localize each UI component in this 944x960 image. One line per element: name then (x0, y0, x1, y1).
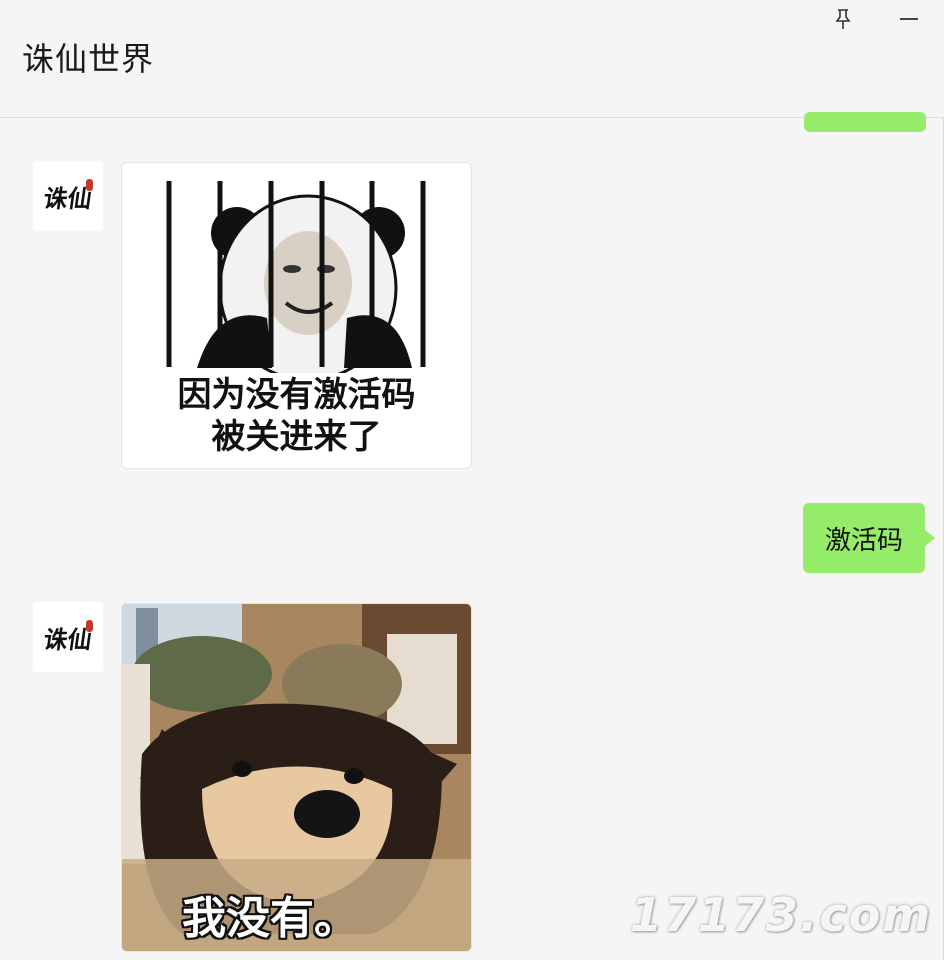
message-bubble-partial[interactable] (804, 112, 926, 132)
message-list[interactable]: 诛仙 因为没有激活码 被关进来了 激活码 诛仙 我没有。 (0, 112, 944, 960)
minimize-icon[interactable] (896, 6, 922, 32)
sticker-caption-line-2: 被关进来了 (211, 417, 382, 457)
chat-window: 诛仙世界 诛仙 因为没有激活码 被关进来了 激活码 诛仙 我没有。 17173.… (0, 0, 944, 960)
seal-mark (86, 179, 93, 191)
message-text: 激活码 (824, 524, 903, 555)
sticker-panda-jail[interactable]: 因为没有激活码 被关进来了 (121, 162, 472, 469)
chat-title: 诛仙世界 (22, 41, 155, 77)
avatar[interactable]: 诛仙 (33, 161, 103, 231)
message-bubble[interactable]: 激活码 (803, 503, 935, 573)
panda-jail-image (166, 181, 426, 382)
watermark: 17173.com (630, 888, 933, 942)
bubble-tail (924, 529, 935, 547)
sticker-caption-line-1: 因为没有激活码 (177, 375, 416, 415)
seal-mark (86, 620, 93, 632)
avatar[interactable]: 诛仙 (33, 602, 103, 672)
sticker-caption: 我没有。 (182, 893, 358, 944)
title-bar: 诛仙世界 (0, 0, 944, 118)
pin-icon[interactable] (830, 6, 856, 32)
sticker-dog[interactable]: 我没有。 (121, 603, 472, 952)
